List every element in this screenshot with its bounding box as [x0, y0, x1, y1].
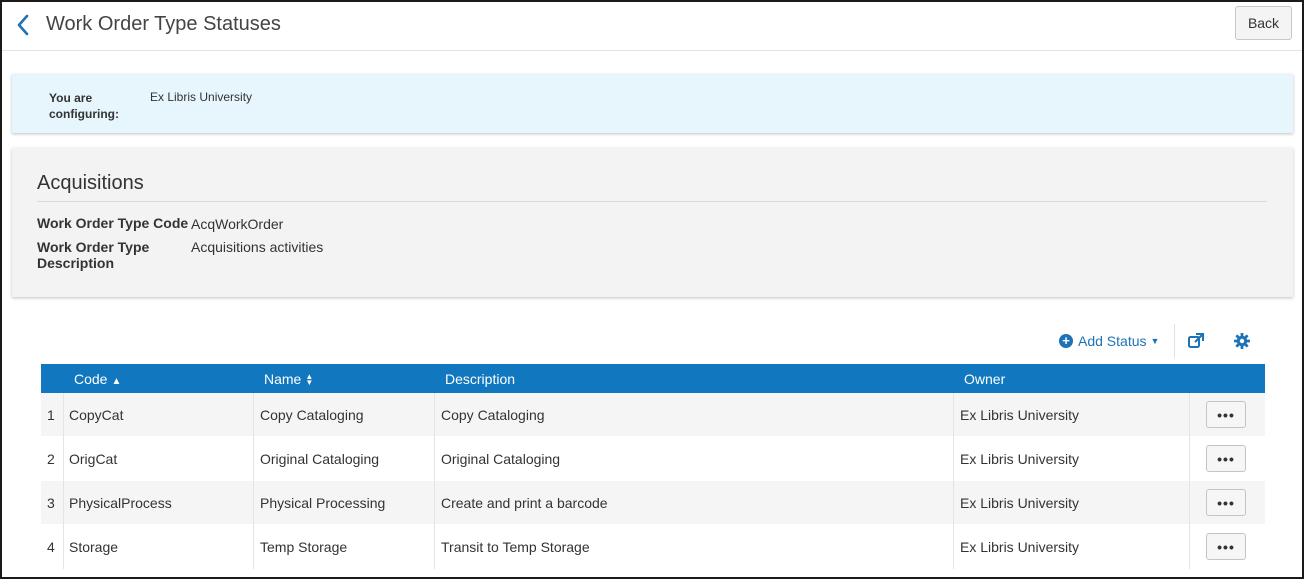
column-divider — [63, 525, 64, 569]
row-number: 3 — [47, 495, 55, 511]
page-title: Work Order Type Statuses — [46, 13, 281, 35]
cell-owner: Ex Libris University — [960, 407, 1080, 423]
code-label: Work Order Type Code — [37, 215, 189, 231]
cell-code: OrigCat — [69, 451, 118, 467]
row-number: 4 — [47, 539, 55, 555]
cell-name: Physical Processing — [260, 495, 386, 511]
column-divider — [953, 437, 954, 481]
add-status-label: Add Status — [1078, 333, 1147, 349]
panel-divider — [37, 201, 1267, 202]
configuring-value: Ex Libris University — [150, 90, 253, 104]
column-header-name[interactable]: Name ▲ ▼ — [264, 371, 313, 387]
row-actions-button[interactable]: ••• — [1206, 489, 1246, 516]
statuses-table: Code ▲ Name ▲ ▼ Description Owner 1 CopyCat C… — [41, 364, 1265, 569]
cell-description: Original Cataloging — [441, 451, 561, 467]
column-header-code[interactable]: Code ▲ — [74, 371, 121, 387]
column-header-owner[interactable]: Owner — [964, 371, 1005, 387]
column-divider — [434, 437, 435, 481]
cell-owner: Ex Libris University — [960, 451, 1080, 467]
table-header: Code ▲ Name ▲ ▼ Description Owner — [41, 364, 1265, 393]
cell-code: CopyCat — [69, 407, 124, 423]
row-number: 2 — [47, 451, 55, 467]
row-number: 1 — [47, 407, 55, 423]
export-icon[interactable] — [1187, 332, 1205, 350]
column-divider — [253, 481, 254, 525]
column-divider — [1189, 481, 1190, 525]
table-row: 4 Storage Temp Storage Transit to Temp Stor… — [41, 525, 1265, 569]
column-divider — [63, 437, 64, 481]
work-order-type-panel: Acquisitions Work Order Type Code AcqWor… — [12, 148, 1293, 297]
table-row: 1 CopyCat Copy Cataloging Copy Cataloging Ex… — [41, 393, 1265, 437]
column-divider — [253, 525, 254, 569]
description-value: Acquisitions activities — [191, 239, 324, 255]
panel-title: Acquisitions — [37, 172, 144, 194]
cell-name: Original Cataloging — [260, 451, 380, 467]
column-divider — [953, 525, 954, 569]
table-row: 3 PhysicalProcess Physical Processing Creat… — [41, 481, 1265, 525]
toolbar-divider — [1174, 324, 1175, 358]
code-value: AcqWorkOrder — [191, 216, 284, 232]
back-button[interactable]: Back — [1235, 6, 1292, 40]
page-header: Work Order Type Statuses Back — [2, 2, 1302, 51]
cell-owner: Ex Libris University — [960, 539, 1080, 555]
plus-circle-icon: + — [1059, 334, 1073, 348]
column-divider — [1189, 393, 1190, 437]
column-divider — [253, 437, 254, 481]
row-actions-button[interactable]: ••• — [1206, 533, 1246, 560]
cell-code: Storage — [69, 539, 119, 555]
sort-both-icon: ▲ ▼ — [305, 372, 314, 388]
column-divider — [434, 525, 435, 569]
row-actions-button[interactable]: ••• — [1206, 445, 1246, 472]
sort-asc-icon: ▲ — [111, 376, 122, 387]
cell-code: PhysicalProcess — [69, 495, 172, 511]
cell-name: Copy Cataloging — [260, 407, 364, 423]
column-divider — [953, 481, 954, 525]
configuring-banner: You are configuring: Ex Libris Universit… — [12, 74, 1293, 133]
add-status-button[interactable]: + Add Status ▼ — [1059, 331, 1159, 351]
app-frame: Work Order Type Statuses Back You are co… — [0, 0, 1304, 579]
cell-description: Transit to Temp Storage — [441, 539, 590, 555]
cell-owner: Ex Libris University — [960, 495, 1080, 511]
column-divider — [1189, 437, 1190, 481]
table-row: 2 OrigCat Original Cataloging Original Cata… — [41, 437, 1265, 481]
cell-description: Copy Cataloging — [441, 407, 545, 423]
caret-down-icon: ▼ — [1150, 336, 1160, 346]
column-divider — [63, 481, 64, 525]
gear-icon[interactable] — [1233, 332, 1251, 350]
column-divider — [1189, 525, 1190, 569]
column-divider — [434, 481, 435, 525]
column-divider — [63, 393, 64, 437]
column-header-description[interactable]: Description — [445, 371, 515, 387]
back-arrow-icon[interactable] — [14, 12, 34, 38]
column-divider — [953, 393, 954, 437]
cell-name: Temp Storage — [260, 539, 348, 555]
configuring-label: You are configuring: — [49, 91, 119, 121]
table-body: 1 CopyCat Copy Cataloging Copy Cataloging Ex… — [41, 393, 1265, 569]
description-label: Work Order Type Description — [37, 239, 150, 271]
cell-description: Create and print a barcode — [441, 495, 608, 511]
row-actions-button[interactable]: ••• — [1206, 401, 1246, 428]
column-divider — [253, 393, 254, 437]
column-divider — [434, 393, 435, 437]
